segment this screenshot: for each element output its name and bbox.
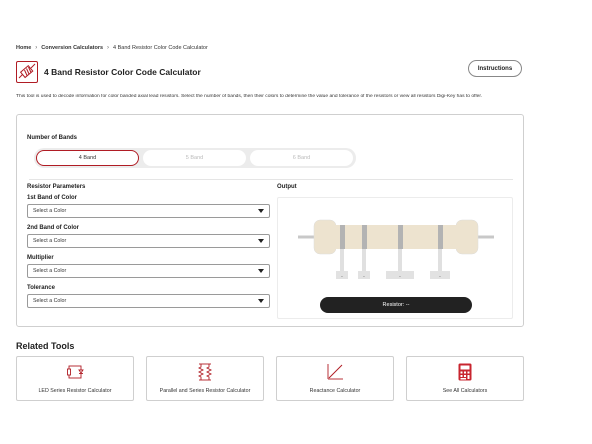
resistor-logo-icon	[16, 61, 38, 83]
tolerance-label: Tolerance	[27, 285, 55, 291]
band-option-5[interactable]: 5 Band	[143, 150, 246, 166]
parallel-resistor-icon	[196, 363, 214, 381]
tool-card-label: LED Series Resistor Calculator	[38, 388, 112, 394]
output-label: Output	[277, 184, 297, 190]
instructions-button[interactable]: Instructions	[468, 60, 522, 77]
breadcrumb-current: 4 Band Resistor Color Code Calculator	[113, 45, 208, 51]
chevron-down-icon	[258, 239, 264, 243]
resistor-band-1	[340, 225, 345, 249]
output-panel: - - - - Resistor: --	[277, 197, 513, 319]
led-circuit-icon	[66, 363, 84, 381]
breadcrumb-conversion-calculators-link[interactable]: Conversion Calculators	[41, 45, 103, 51]
page-header: 4 Band Resistor Color Code Calculator In…	[16, 60, 522, 84]
tolerance-value: Select a Color	[33, 298, 67, 304]
second-band-value: Select a Color	[33, 238, 67, 244]
resistor-parameters-label: Resistor Parameters	[27, 184, 86, 190]
chevron-right-icon: ›	[107, 45, 110, 51]
breadcrumb: Home › Conversion Calculators › 4 Band R…	[16, 45, 208, 51]
first-band-select[interactable]: Select a Color	[27, 204, 270, 218]
reactance-graph-icon	[326, 363, 344, 381]
multiplier-value: Select a Color	[33, 268, 67, 274]
tool-card-label: See All Calculators	[442, 388, 488, 394]
band-option-4[interactable]: 4 Band	[36, 150, 139, 166]
second-band-label: 2nd Band of Color	[27, 225, 79, 231]
first-band-value: Select a Color	[33, 208, 67, 214]
chevron-down-icon	[258, 299, 264, 303]
multiplier-select[interactable]: Select a Color	[27, 264, 270, 278]
tool-card-parallel-series[interactable]: Parallel and Series Resistor Calculator	[146, 356, 264, 401]
resistor-band-4	[438, 225, 443, 249]
tool-card-label: Reactance Calculator	[309, 388, 361, 394]
multiplier-label: Multiplier	[27, 255, 54, 261]
chevron-down-icon	[258, 209, 264, 213]
page-description: This tool is used to decode information …	[16, 94, 483, 99]
tool-card-led-series[interactable]: LED Series Resistor Calculator	[16, 356, 134, 401]
first-band-label: 1st Band of Color	[27, 195, 78, 201]
page-title: 4 Band Resistor Color Code Calculator	[44, 67, 201, 77]
tolerance-select[interactable]: Select a Color	[27, 294, 270, 308]
band-selector: 4 Band 5 Band 6 Band	[34, 148, 356, 168]
resistor-result-button[interactable]: Resistor: --	[320, 297, 472, 313]
breadcrumb-home-link[interactable]: Home	[16, 45, 31, 51]
second-band-select[interactable]: Select a Color	[27, 234, 270, 248]
tool-card-all-calculators[interactable]: See All Calculators	[406, 356, 524, 401]
chevron-down-icon	[258, 269, 264, 273]
number-of-bands-label: Number of Bands	[27, 135, 78, 141]
band-option-6[interactable]: 6 Band	[250, 150, 353, 166]
calculator-card: Number of Bands 4 Band 5 Band 6 Band Res…	[16, 114, 524, 327]
resistor-band-2	[362, 225, 367, 249]
resistor-diagram: - - - -	[298, 219, 494, 280]
related-tools-heading: Related Tools	[16, 341, 75, 351]
chevron-right-icon: ›	[35, 45, 38, 51]
resistor-body-icon	[313, 219, 479, 255]
calculator-icon	[456, 363, 474, 381]
section-divider	[29, 179, 513, 180]
tool-card-reactance[interactable]: Reactance Calculator	[276, 356, 394, 401]
tool-card-label: Parallel and Series Resistor Calculator	[159, 388, 251, 394]
resistor-band-3	[398, 225, 403, 249]
